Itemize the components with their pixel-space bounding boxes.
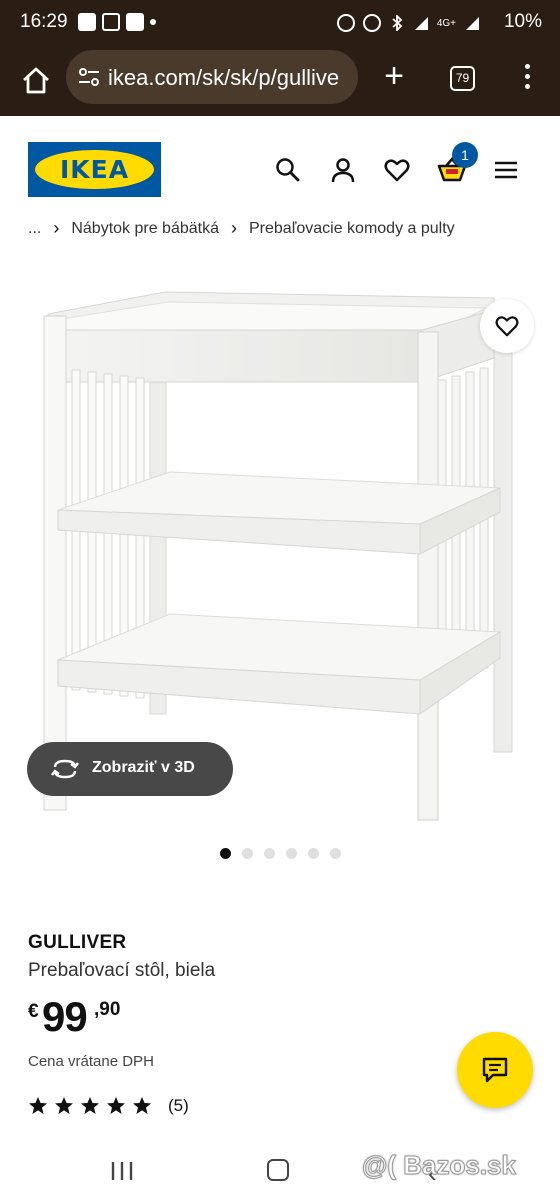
site-header: IKEA: [0, 116, 560, 214]
review-count[interactable]: (5): [168, 1096, 189, 1116]
hamburger-icon[interactable]: [493, 156, 521, 184]
breadcrumb-item-changing-tables[interactable]: Prebaľovacie komody a pulty: [249, 220, 455, 238]
carousel-dot[interactable]: [330, 848, 341, 859]
cart-count-badge: 1: [452, 142, 478, 168]
new-tab-icon[interactable]: +: [380, 59, 408, 93]
browser-toolbar: ikea.com/sk/sk/p/gullive + 79: [0, 46, 560, 116]
price-note: Cena vrátane DPH: [28, 1053, 154, 1070]
heart-icon[interactable]: [383, 156, 411, 184]
watermark: @( Bazos.sk: [362, 1150, 517, 1181]
star-icon: [29, 1097, 47, 1114]
image-carousel-indicator: [220, 848, 341, 859]
carousel-dot[interactable]: [264, 848, 275, 859]
notification-icons: [78, 13, 156, 31]
price-integer: 99: [42, 993, 88, 1040]
star-icon: [81, 1097, 99, 1114]
view-in-3d-button[interactable]: Zobraziť v 3D: [27, 742, 233, 796]
home-icon[interactable]: [18, 63, 54, 99]
tabs-icon[interactable]: 79: [450, 66, 475, 91]
chat-icon: [482, 1057, 508, 1083]
save-to-favourites-button[interactable]: [480, 299, 534, 353]
network-type: 4G+: [436, 17, 456, 29]
more-notifications-icon: [150, 19, 156, 25]
star-icon: [107, 1097, 125, 1114]
heart-icon: [495, 316, 519, 337]
ikea-logo[interactable]: IKEA: [28, 142, 161, 197]
breadcrumb-item-baby-furniture[interactable]: Nábytok pre bábätká: [71, 220, 219, 238]
star-icon: [55, 1097, 73, 1114]
instagram-notification-icon: [102, 13, 120, 31]
product-name: GULLIVER: [28, 932, 127, 953]
status-bar: 16:29 4G+ 10%: [0, 0, 560, 46]
alarm-icon: [362, 14, 381, 32]
app-notification-icon: [126, 13, 144, 31]
carousel-dot[interactable]: [286, 848, 297, 859]
url-text[interactable]: ikea.com/sk/sk/p/gullive: [108, 65, 339, 91]
more-icon[interactable]: [520, 64, 534, 94]
data-saver-icon: [336, 14, 355, 32]
chat-button[interactable]: [457, 1032, 533, 1108]
product-rating[interactable]: (5): [28, 1096, 189, 1116]
breadcrumb-ellipsis[interactable]: ...: [28, 220, 41, 238]
rotate-3d-icon: [51, 759, 79, 779]
product-description: Prebaľovací stôl, biela: [28, 960, 216, 981]
price-currency: €: [28, 1001, 39, 1022]
gallery-notification-icon: [78, 13, 96, 31]
user-icon[interactable]: [329, 156, 357, 184]
recent-apps-icon[interactable]: [110, 1160, 134, 1187]
home-nav-icon[interactable]: [267, 1159, 289, 1181]
carousel-dot[interactable]: [242, 848, 253, 859]
site-settings-icon[interactable]: [78, 67, 100, 87]
search-icon[interactable]: [274, 156, 302, 184]
breadcrumb-separator: ›: [53, 218, 60, 238]
status-time: 16:29: [20, 11, 68, 32]
view-in-3d-label: Zobraziť v 3D: [92, 759, 195, 776]
carousel-dot[interactable]: [308, 848, 319, 859]
star-icon: [133, 1097, 151, 1114]
carousel-dot[interactable]: [220, 848, 231, 859]
system-icons: 4G+: [336, 13, 480, 33]
signal-icon-2: [464, 15, 480, 31]
signal-icon: [413, 15, 429, 31]
bluetooth-icon: [389, 13, 405, 33]
breadcrumb-separator: ›: [231, 218, 237, 238]
address-bar[interactable]: ikea.com/sk/sk/p/gullive: [66, 50, 358, 104]
battery-level: 10%: [503, 11, 542, 32]
price-decimal: ,90: [94, 999, 121, 1020]
breadcrumb: ... › Nábytok pre bábätká › Prebaľovacie…: [28, 218, 455, 239]
